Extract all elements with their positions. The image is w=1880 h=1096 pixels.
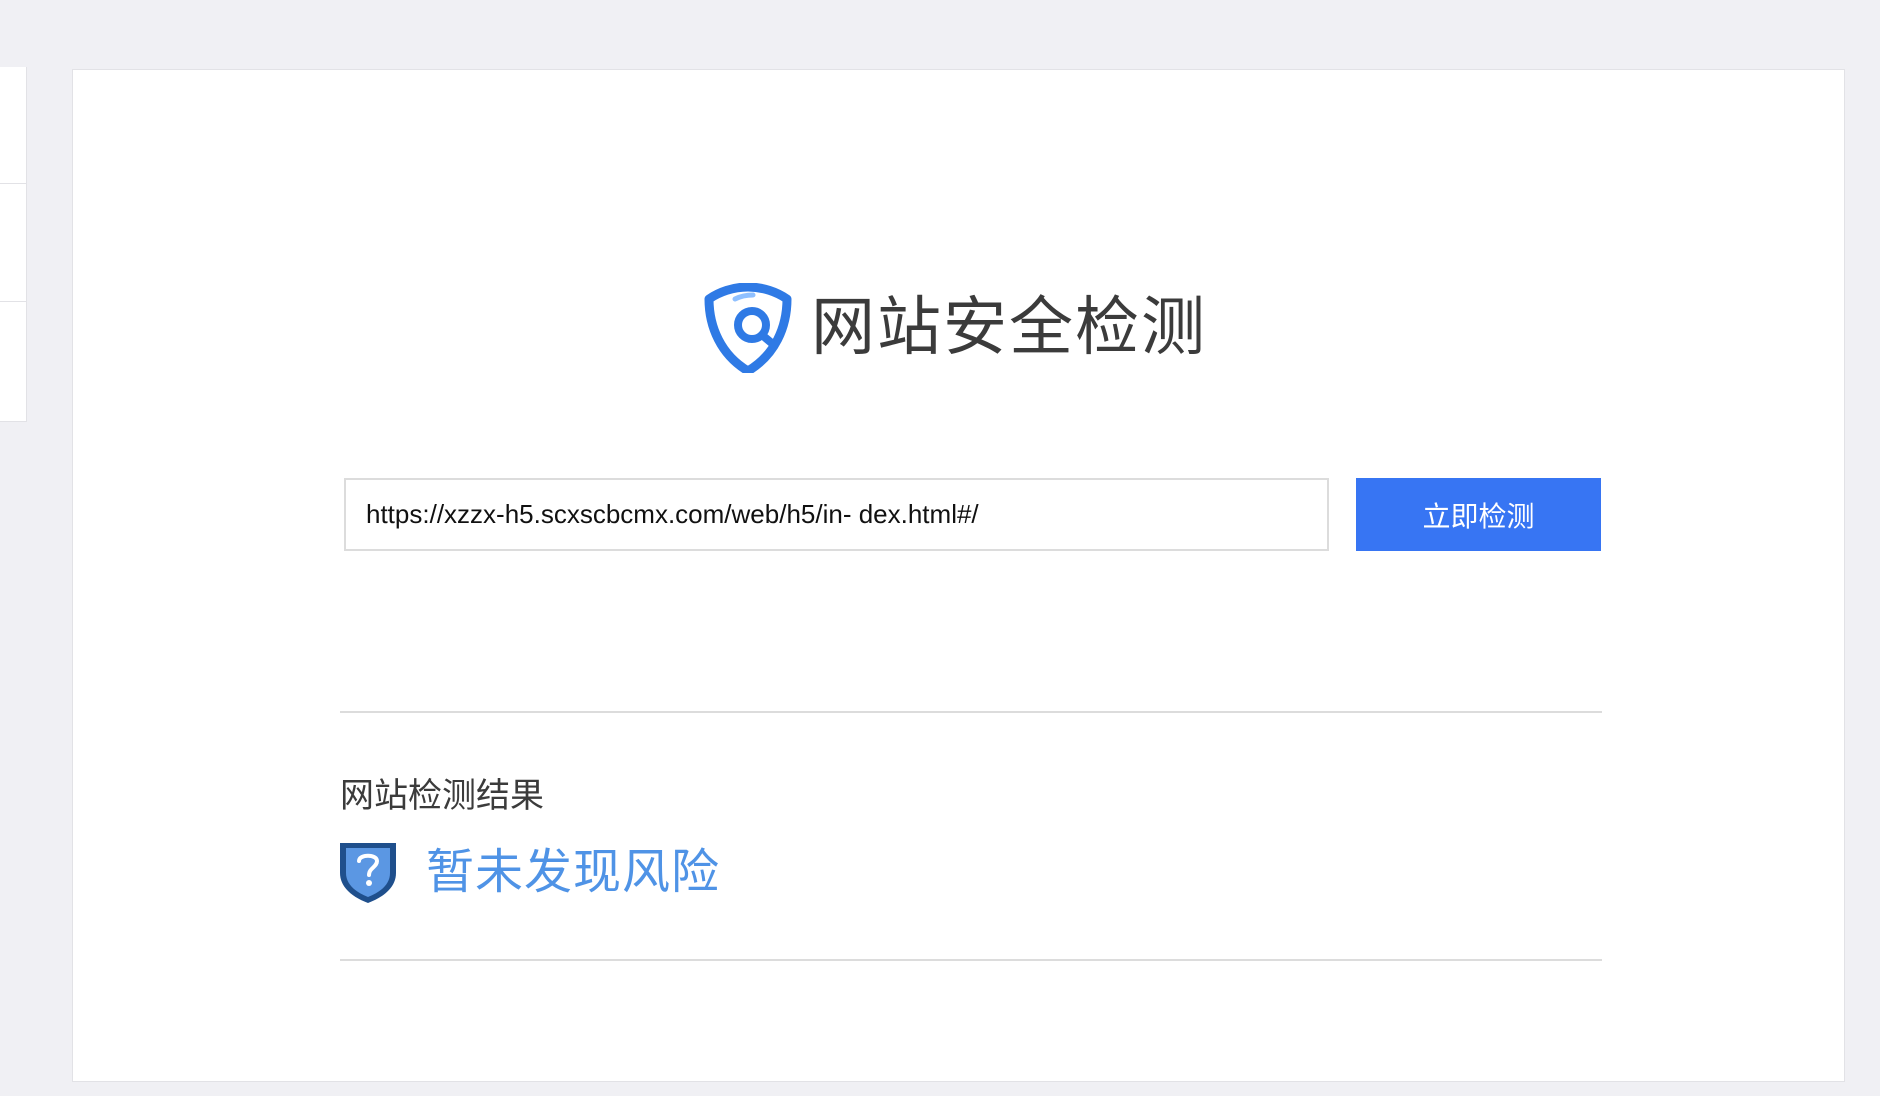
result-status: 暂未发现风险 (338, 832, 720, 912)
page-title: 网站安全检测 (811, 291, 1207, 365)
left-panel-divider (0, 183, 26, 184)
result-status-text: 暂未发现风险 (426, 844, 721, 900)
top-divider (340, 711, 1602, 713)
url-input[interactable] (344, 478, 1329, 551)
shield-search-icon (703, 283, 793, 373)
main-card: 网站安全检测 立即检测 网站检测结果 暂未发现风险 (72, 69, 1845, 1082)
brand-header: 网站安全检测 (703, 278, 1207, 378)
scan-now-button[interactable]: 立即检测 (1356, 478, 1601, 551)
result-heading: 网站检测结果 (340, 776, 544, 816)
left-side-panel (0, 67, 27, 422)
bottom-divider (340, 959, 1602, 961)
shield-question-icon (338, 839, 398, 905)
left-panel-divider (0, 301, 26, 302)
